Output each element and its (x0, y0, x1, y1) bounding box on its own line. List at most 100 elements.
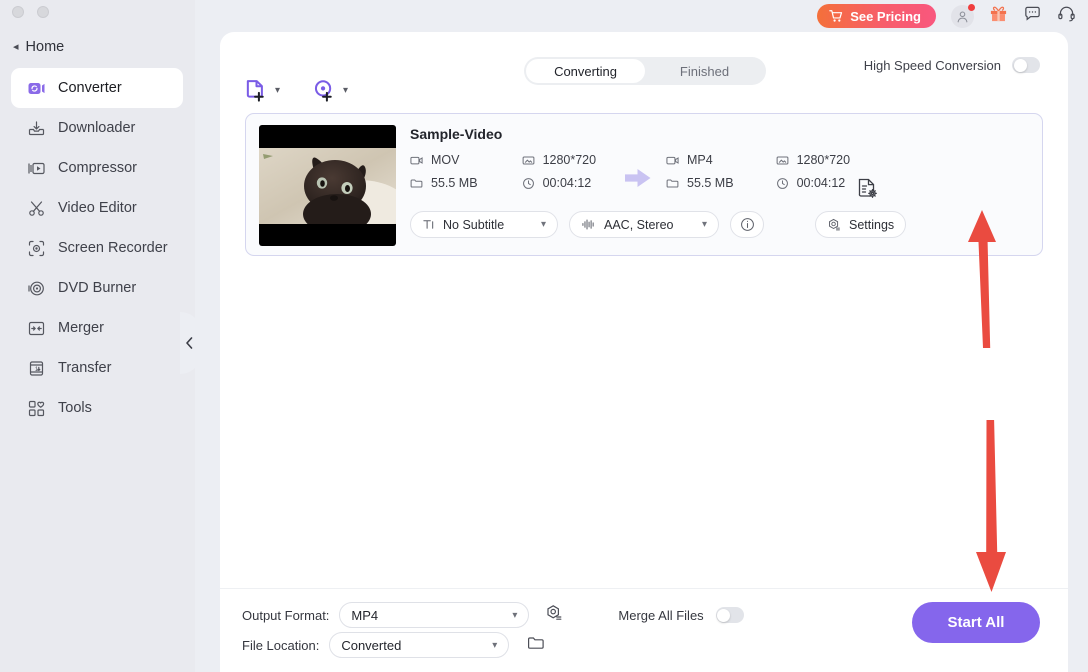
video-thumbnail[interactable] (259, 125, 396, 246)
toggle-knob (717, 608, 731, 622)
tab-label: Converting (554, 63, 617, 79)
folder-icon (666, 178, 679, 188)
info-icon (740, 218, 754, 231)
arrow-down-to-start-all (968, 420, 1012, 597)
arrow-up-to-convert (962, 210, 1002, 353)
document-gear-icon (858, 178, 877, 198)
chat-icon (1025, 6, 1040, 21)
source-size-row: 55.5 MB (410, 176, 478, 190)
high-speed-label: High Speed Conversion (863, 57, 1001, 73)
toggle-knob (1013, 58, 1027, 72)
breadcrumb-home[interactable]: ◂ Home (13, 39, 64, 55)
main-panel: ▾ ▾ Converting Finished High Speed Conve… (220, 32, 1068, 672)
sidebar-item-label: Screen Recorder (58, 240, 168, 256)
target-duration-row: 00:04:12 (776, 176, 851, 190)
sidebar-item-video-editor[interactable]: Video Editor (11, 188, 183, 228)
target-format-row: MP4 (666, 153, 734, 167)
merge-all-files-setting: Merge All Files (618, 607, 744, 623)
gift-button[interactable] (989, 4, 1008, 28)
sidebar-item-screen-recorder[interactable]: Screen Recorder (11, 228, 183, 268)
file-metadata: MOV 55.5 MB 1280*720 00:04:12 MP4 55.5 M… (410, 151, 870, 203)
chevron-left-icon: ◂ (13, 40, 19, 53)
sidebar-item-label: Converter (58, 80, 122, 96)
window-close-dot[interactable] (12, 6, 24, 18)
account-button[interactable] (951, 3, 975, 28)
converter-toolbar: ▾ ▾ Converting Finished High Speed Conve… (220, 32, 1068, 110)
file-location-select[interactable]: Converted ▾ (329, 632, 510, 658)
tab-finished[interactable]: Finished (645, 59, 764, 83)
sidebar: ◂ Home Converter Downloader Compressor V… (0, 0, 202, 672)
tab-converting[interactable]: Converting (526, 59, 645, 83)
notification-dot (968, 3, 975, 11)
sidebar-item-label: Transfer (58, 360, 112, 376)
resolution-icon (776, 155, 788, 165)
source-format-row: MOV (410, 153, 478, 167)
clock-icon (776, 177, 788, 189)
target-metadata: MP4 55.5 MB 1280*720 00:04:12 (666, 153, 850, 190)
sidebar-item-transfer[interactable]: 1 Transfer (11, 348, 183, 388)
sidebar-item-merger[interactable]: Merger (11, 308, 183, 348)
add-files-button[interactable]: ▾ (244, 78, 280, 103)
sidebar-item-label: Merger (58, 320, 104, 336)
merger-icon (27, 319, 46, 338)
thumbnail-image (259, 148, 396, 224)
merge-all-files-toggle[interactable] (715, 607, 744, 623)
see-pricing-button[interactable]: See Pricing (817, 4, 936, 28)
file-card: Sample-Video MOV 55.5 MB 1280*720 00:04:… (245, 113, 1043, 256)
sidebar-item-tools[interactable]: Tools (11, 388, 183, 428)
folder-icon (410, 178, 423, 188)
add-disc-button[interactable]: ▾ (312, 78, 348, 103)
sidebar-item-label: Compressor (58, 160, 137, 176)
file-settings-label: Settings (849, 217, 895, 232)
file-location-label: File Location: (242, 637, 320, 653)
file-settings-button[interactable]: Settings (815, 211, 907, 238)
audio-select[interactable]: AAC, Stereo ▾ (569, 211, 719, 238)
sidebar-item-label: Downloader (58, 120, 136, 136)
output-format-value: MP4 (351, 607, 379, 623)
target-duration: 00:04:12 (796, 176, 846, 190)
compressor-icon (27, 159, 46, 178)
headset-icon (1058, 6, 1075, 22)
high-speed-toggle[interactable] (1012, 57, 1040, 73)
scissors-icon (27, 199, 46, 218)
sidebar-item-compressor[interactable]: Compressor (11, 148, 183, 188)
gift-icon (990, 6, 1007, 22)
merge-label: Merge All Files (618, 607, 704, 623)
output-format-select[interactable]: MP4 ▾ (339, 602, 530, 628)
bottom-bar: Output Format: MP4 ▾ Merge All Files Fil… (220, 588, 1068, 672)
output-format-label: Output Format: (242, 607, 330, 623)
support-button[interactable] (1057, 4, 1076, 28)
chevron-down-icon: ▾ (512, 609, 518, 621)
screen-recorder-icon (27, 239, 46, 258)
target-format: MP4 (687, 153, 713, 167)
video-icon (666, 156, 679, 164)
dvd-burner-icon (27, 279, 46, 298)
status-tabs: Converting Finished (524, 57, 766, 85)
file-info-button[interactable] (730, 211, 764, 238)
start-all-button[interactable]: Start All (912, 602, 1040, 643)
target-size-row: 55.5 MB (666, 176, 734, 190)
title-bar: See Pricing (195, 0, 1088, 32)
chevron-down-icon: ▾ (275, 84, 281, 96)
output-format-settings-button[interactable] (545, 604, 563, 627)
source-resolution-row: 1280*720 (522, 153, 596, 167)
add-buttons-group: ▾ ▾ (244, 78, 348, 103)
sidebar-collapse-toggle[interactable] (180, 312, 202, 374)
gear-icon (829, 218, 840, 230)
sidebar-item-downloader[interactable]: Downloader (11, 108, 183, 148)
window-minimize-dot[interactable] (37, 6, 49, 18)
chevron-down-icon: ▾ (492, 639, 498, 651)
subtitle-select[interactable]: No Subtitle ▾ (410, 211, 558, 238)
sidebar-item-converter[interactable]: Converter (11, 68, 183, 108)
audio-waveform-icon (582, 219, 594, 230)
sidebar-item-dvd-burner[interactable]: DVD Burner (11, 268, 183, 308)
browse-folder-button[interactable] (527, 634, 545, 657)
sidebar-item-label: DVD Burner (58, 280, 137, 296)
feedback-button[interactable] (1023, 4, 1042, 28)
gear-icon (547, 604, 562, 620)
edit-convert-settings-button[interactable] (857, 177, 879, 206)
transfer-icon: 1 (27, 359, 46, 378)
target-size: 55.5 MB (687, 176, 734, 190)
high-speed-conversion-setting: High Speed Conversion (864, 57, 1040, 73)
output-format-row: Output Format: MP4 ▾ Merge All Files (242, 602, 744, 628)
